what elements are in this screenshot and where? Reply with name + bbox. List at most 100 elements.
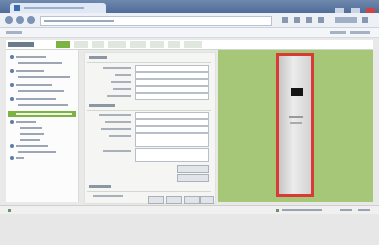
node-icon <box>10 144 14 148</box>
address-text <box>44 20 114 22</box>
field-label <box>109 135 131 137</box>
text-field[interactable] <box>135 119 209 126</box>
menu-icon[interactable] <box>362 17 368 23</box>
app-tab[interactable] <box>184 41 202 48</box>
device-preview-area <box>218 50 373 202</box>
node-icon <box>10 97 14 101</box>
bottom-button[interactable] <box>200 196 214 204</box>
back-icon[interactable] <box>5 16 13 24</box>
sidebar-item[interactable] <box>8 69 76 73</box>
field-label <box>101 128 131 130</box>
screen <box>0 0 379 245</box>
sidebar-item[interactable] <box>8 144 76 148</box>
app-header <box>6 40 373 50</box>
app-logo <box>8 42 34 47</box>
field-label <box>103 67 131 69</box>
status-text <box>282 209 322 211</box>
text-field[interactable] <box>135 72 209 79</box>
device-display <box>291 88 303 96</box>
tab-title <box>24 7 84 9</box>
text-area[interactable] <box>135 133 209 147</box>
sidebar-item[interactable] <box>8 97 76 101</box>
sidebar-item[interactable] <box>8 132 76 136</box>
device-preview[interactable] <box>276 53 314 197</box>
bottom-button[interactable] <box>148 196 164 204</box>
field-label <box>99 114 131 116</box>
text-field[interactable] <box>135 79 209 86</box>
sidebar-item[interactable] <box>8 150 76 154</box>
sidebar-item[interactable] <box>8 89 76 93</box>
zoom-level[interactable] <box>358 209 370 211</box>
sidebar-item-selected[interactable] <box>8 111 76 117</box>
bookmark-item[interactable] <box>330 31 346 34</box>
sidebar-item[interactable] <box>8 138 76 142</box>
reload-icon[interactable] <box>27 16 35 24</box>
sidebar-item[interactable] <box>8 120 76 124</box>
text-field[interactable] <box>135 93 209 100</box>
settings-icon[interactable] <box>306 17 312 23</box>
bottom-button[interactable] <box>184 196 200 204</box>
node-icon <box>10 120 14 124</box>
browser-title-bar <box>0 0 379 15</box>
text-field[interactable] <box>135 126 209 133</box>
divider <box>87 110 211 111</box>
app-tab[interactable] <box>130 41 146 48</box>
app-tab[interactable] <box>92 41 104 48</box>
node-icon <box>10 69 14 73</box>
text-field[interactable] <box>135 86 209 93</box>
text-field[interactable] <box>135 65 209 72</box>
field-label <box>107 95 131 97</box>
section-title <box>89 56 107 59</box>
status-bar <box>0 205 379 214</box>
browser-tab[interactable] <box>10 3 106 13</box>
sidebar <box>6 50 79 202</box>
action-button[interactable] <box>177 174 209 182</box>
field-label <box>115 74 131 76</box>
action-button[interactable] <box>177 165 209 173</box>
status-text <box>340 209 352 211</box>
star-icon[interactable] <box>282 17 288 23</box>
settings-form <box>84 52 216 204</box>
app-tab-active[interactable] <box>56 41 70 48</box>
bottom-button[interactable] <box>166 196 182 204</box>
node-icon <box>10 55 14 59</box>
field-label <box>105 121 131 123</box>
text-field[interactable] <box>135 112 209 119</box>
sidebar-item[interactable] <box>8 103 76 107</box>
app-tab[interactable] <box>108 41 126 48</box>
home-icon[interactable] <box>294 17 300 23</box>
sidebar-item[interactable] <box>8 83 76 87</box>
sidebar-item[interactable] <box>8 61 76 65</box>
app-tab[interactable] <box>150 41 164 48</box>
tools-icon[interactable] <box>318 17 324 23</box>
empty-area <box>0 214 379 245</box>
forward-icon[interactable] <box>16 16 24 24</box>
search-box[interactable] <box>335 17 357 23</box>
divider <box>87 191 211 192</box>
field-label <box>111 81 131 83</box>
device-label <box>289 116 303 118</box>
text-area[interactable] <box>135 148 209 162</box>
address-bar[interactable] <box>40 16 272 26</box>
sidebar-item[interactable] <box>8 75 76 79</box>
divider <box>87 62 211 63</box>
node-icon <box>10 156 14 160</box>
device-label <box>290 122 302 124</box>
status-icon <box>8 209 11 212</box>
app-tab[interactable] <box>168 41 180 48</box>
bookmarks-bar <box>0 28 379 38</box>
browser-toolbar <box>0 13 379 28</box>
page-icon <box>14 5 20 11</box>
bookmark-item[interactable] <box>6 31 22 34</box>
section-title <box>89 185 111 188</box>
app-tab[interactable] <box>74 41 88 48</box>
bookmark-item[interactable] <box>350 31 370 34</box>
sidebar-item[interactable] <box>8 126 76 130</box>
sidebar-item[interactable] <box>8 55 76 59</box>
section-title <box>89 104 115 107</box>
node-icon <box>10 83 14 87</box>
field-label <box>103 150 131 152</box>
field-label <box>93 195 123 197</box>
sidebar-item[interactable] <box>8 156 76 160</box>
status-icon <box>276 209 279 212</box>
